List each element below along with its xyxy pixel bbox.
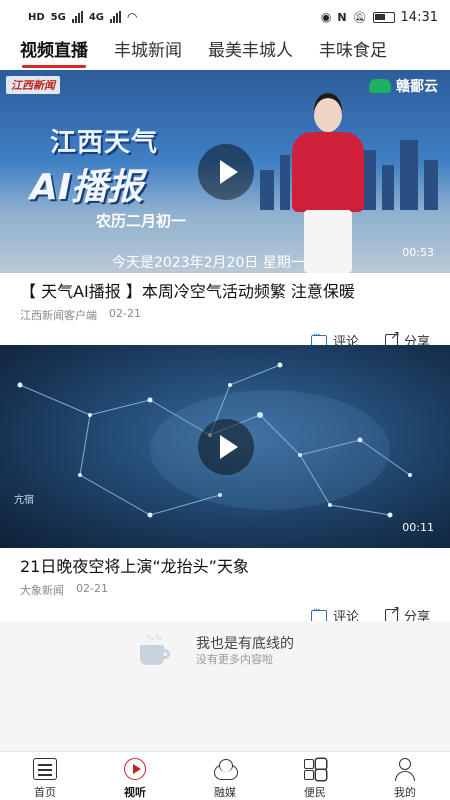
thumbnail-headline: 江西天气	[50, 128, 159, 158]
network-4g: 4G	[88, 11, 105, 23]
video-meta: 大象新闻 02-21	[0, 578, 450, 598]
status-left: HD 5G 4G ◠	[28, 10, 138, 24]
video-title[interactable]: 【 天气AI播报 】本周冷空气活动频繁 注意保暖	[0, 273, 450, 303]
play-icon[interactable]	[198, 144, 254, 200]
video-card: 江西新闻 赣鄱云 江西天气 AI播报 农历二月初一 今天是2023年2月20日 …	[0, 70, 450, 350]
home-list-icon	[33, 758, 57, 780]
cloud-icon	[213, 758, 238, 780]
thumbnail-date-line: 今天是2023年2月20日 星期一	[112, 255, 305, 271]
coffee-cup-icon: ∿∿	[140, 633, 172, 665]
thumbnail-ai-title: AI播报	[30, 167, 144, 208]
tab-label: 我的	[394, 786, 416, 799]
video-title[interactable]: 21日晚夜空将上演“龙抬头”天象	[0, 548, 450, 578]
video-source: 大象新闻	[20, 584, 64, 597]
ganpo-cloud-icon	[369, 79, 391, 93]
tab-label: 首页	[34, 786, 56, 799]
battery-icon	[372, 11, 395, 23]
tab-watch[interactable]: 视听	[90, 752, 180, 800]
mute-icon: 🔕︎	[352, 10, 367, 24]
video-meta: 江西新闻客户端 02-21	[0, 303, 450, 323]
status-bar: HD 5G 4G ◠ ◉ N 🔕︎ 14:31	[0, 0, 450, 34]
tab-profile[interactable]: 我的	[360, 752, 450, 800]
jiangxi-news-logo: 江西新闻	[6, 76, 60, 94]
tab-home[interactable]: 首页	[0, 752, 90, 800]
star-label: 亢宿	[14, 495, 34, 506]
end-title: 我也是有底线的	[196, 636, 294, 652]
nfc-icon: N	[337, 10, 347, 24]
end-subtitle: 没有更多内容啦	[196, 653, 273, 666]
tab-media[interactable]: 融媒	[180, 752, 270, 800]
network-5g: 5G	[50, 11, 66, 23]
video-duration: 00:53	[402, 246, 434, 259]
tab-video-live[interactable]: 视频直播	[20, 34, 88, 70]
video-thumbnail[interactable]: 江西新闻 赣鄱云 江西天气 AI播报 农历二月初一 今天是2023年2月20日 …	[0, 70, 450, 273]
bottom-tab-bar: 首页 视听 融媒 便民 我的	[0, 751, 450, 800]
signal-icon-2	[110, 11, 122, 23]
tab-services[interactable]: 便民	[270, 752, 360, 800]
category-tabs: 视频直播 丰城新闻 最美丰城人 丰味食足	[0, 34, 450, 70]
video-source: 江西新闻客户端	[20, 309, 97, 322]
video-duration: 00:11	[402, 521, 434, 534]
tab-fengcheng-news[interactable]: 丰城新闻	[114, 34, 182, 70]
play-icon[interactable]	[198, 419, 254, 475]
news-anchor-figure	[288, 98, 368, 273]
video-date: 02-21	[109, 307, 141, 320]
ganpo-cloud-text: 赣鄱云	[396, 79, 438, 95]
tab-food[interactable]: 丰味食足	[319, 34, 387, 70]
grid-icon	[303, 758, 327, 780]
ganpo-cloud-logo: 赣鄱云	[369, 76, 438, 96]
hd-badge: HD	[28, 11, 45, 23]
comment-icon	[310, 605, 327, 622]
signal-icon	[71, 11, 83, 23]
tab-label: 视听	[124, 786, 146, 799]
tab-label: 融媒	[214, 786, 236, 799]
thumbnail-lunar-date: 农历二月初一	[96, 212, 187, 230]
status-right: ◉ N 🔕︎ 14:31	[321, 10, 438, 25]
video-date: 02-21	[76, 582, 108, 595]
end-of-list: ∿∿ 我也是有底线的 没有更多内容啦	[0, 621, 450, 751]
wifi-icon: ◠	[127, 10, 138, 24]
eye-icon: ◉	[320, 10, 332, 24]
video-card: 亢宿 00:11 21日晚夜空将上演“龙抬头”天象 大象新闻 02-21 评论 …	[0, 345, 450, 625]
user-icon	[393, 758, 417, 781]
play-circle-icon	[124, 758, 146, 780]
clock: 14:31	[400, 9, 438, 25]
tab-beautiful-people[interactable]: 最美丰城人	[208, 34, 293, 70]
tab-label: 便民	[304, 786, 326, 799]
video-thumbnail[interactable]: 亢宿 00:11	[0, 345, 450, 548]
